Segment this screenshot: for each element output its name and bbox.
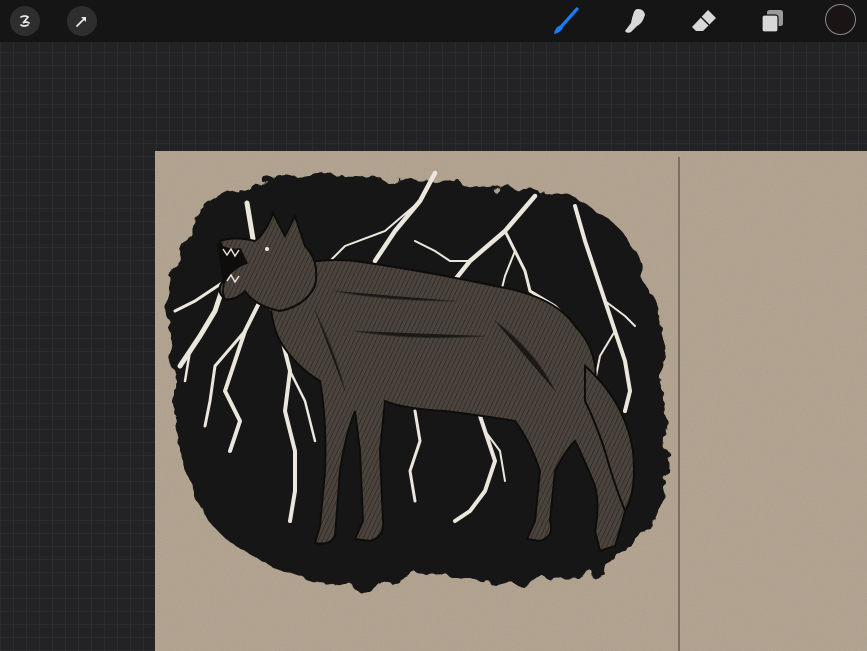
layers-icon xyxy=(761,10,783,33)
smudge-finger-icon xyxy=(625,9,645,33)
eraser-tool-button[interactable] xyxy=(689,6,719,36)
adjustments-button[interactable] xyxy=(10,6,40,36)
layers-tool-button[interactable] xyxy=(758,6,788,36)
artwork-wolf-lightning xyxy=(155,151,867,651)
adjustments-wand-icon xyxy=(20,15,30,27)
brush-tool-button[interactable] xyxy=(551,6,581,36)
drawing-canvas[interactable] xyxy=(155,151,867,651)
selection-arrow-icon xyxy=(76,17,86,27)
smudge-tool-button[interactable] xyxy=(620,6,650,36)
brush-icon xyxy=(554,7,579,34)
eraser-icon xyxy=(692,10,716,31)
top-toolbar xyxy=(0,0,867,42)
selection-button[interactable] xyxy=(67,6,97,36)
color-swatch[interactable] xyxy=(826,5,855,34)
